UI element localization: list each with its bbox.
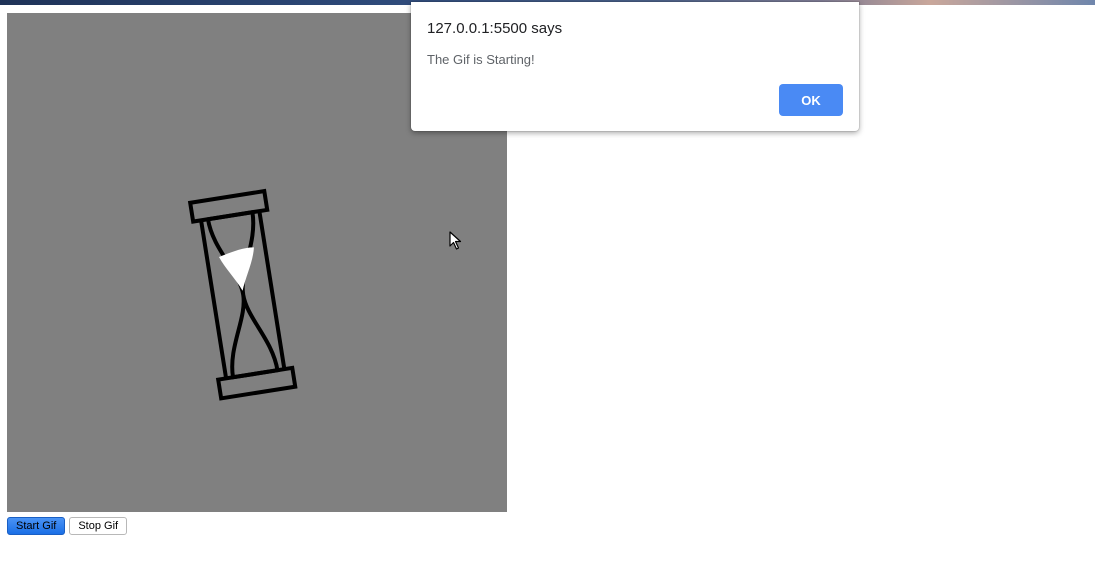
alert-dialog: 127.0.0.1:5500 says The Gif is Starting!…: [411, 2, 859, 131]
alert-title: 127.0.0.1:5500 says: [427, 20, 563, 37]
mouse-pointer-icon: [449, 231, 462, 250]
start-gif-button[interactable]: Start Gif: [7, 517, 66, 535]
alert-message: The Gif is Starting!: [427, 52, 535, 67]
ok-button[interactable]: OK: [779, 84, 843, 116]
stop-gif-button[interactable]: Stop Gif: [69, 517, 128, 535]
gif-controls: Start Gif Stop Gif: [7, 517, 128, 535]
